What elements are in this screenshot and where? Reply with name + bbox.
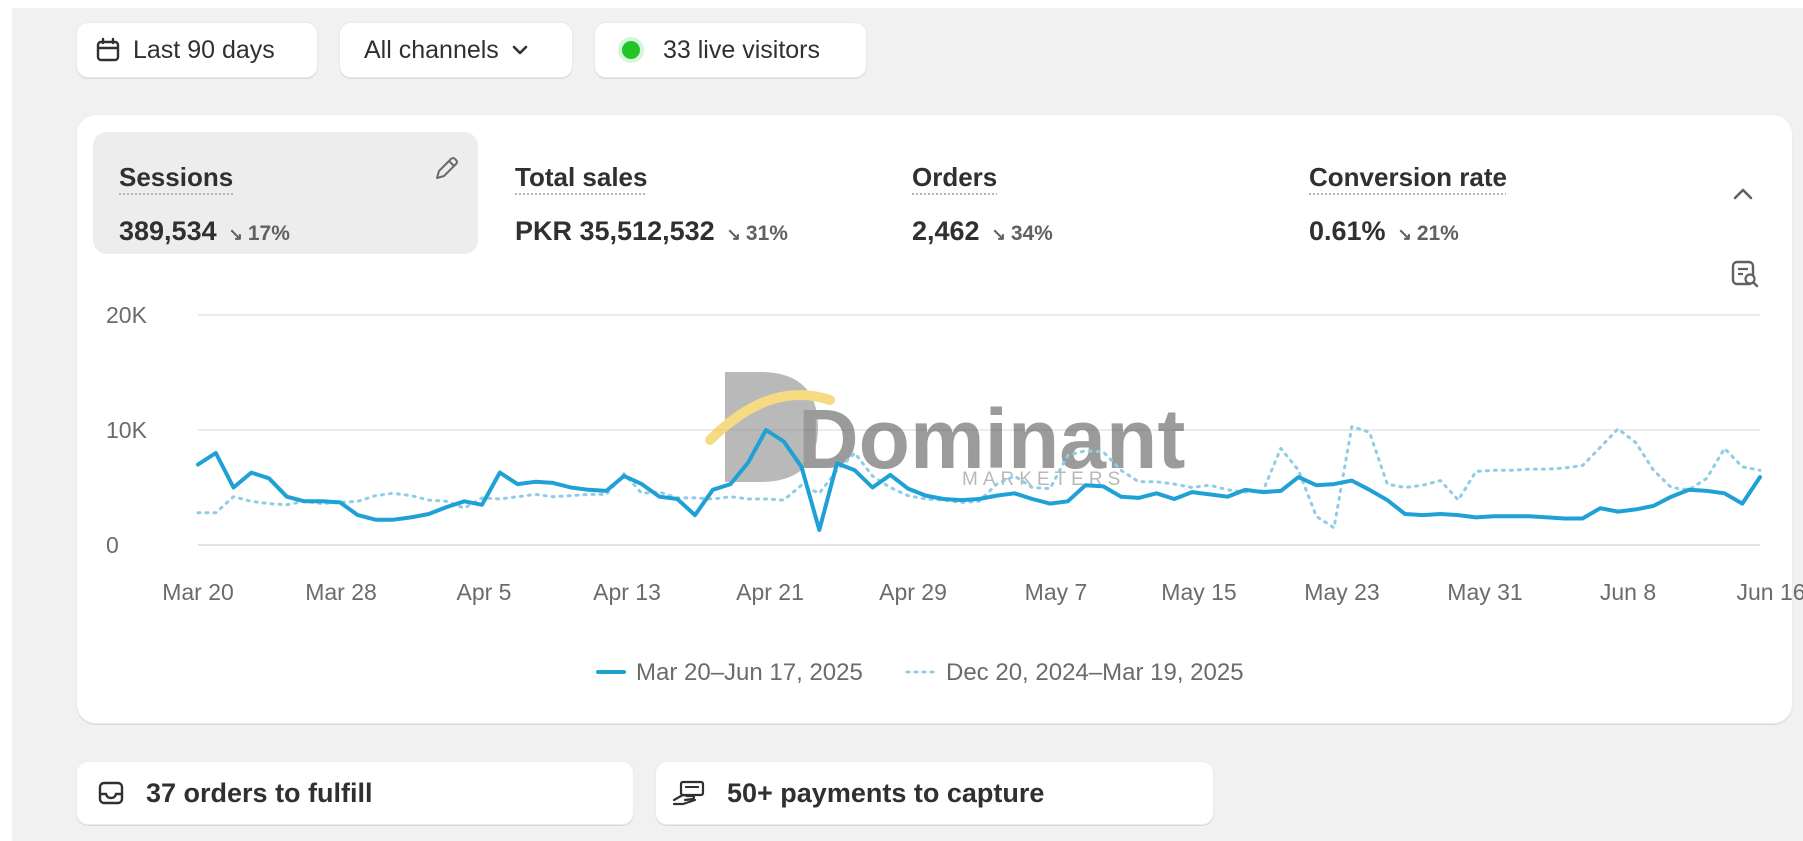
- date-range-label: Last 90 days: [133, 35, 275, 64]
- metric-change: ↘ 34%: [991, 222, 1053, 245]
- metric-label: Total sales: [515, 162, 648, 192]
- metric-label: Sessions: [119, 162, 234, 192]
- live-visitors-label: 33 live visitors: [663, 35, 820, 64]
- arrow-down-right-icon: ↘: [1397, 225, 1412, 244]
- metric-change: ↘ 17%: [228, 222, 290, 245]
- arrow-down-right-icon: ↘: [991, 225, 1006, 244]
- metric-value: PKR 35,512,532 ↘ 31%: [515, 216, 788, 246]
- metric-conversion-rate[interactable]: Conversion rate 0.61% ↘ 21%: [1283, 132, 1668, 254]
- metric-orders[interactable]: Orders 2,462 ↘ 34%: [886, 132, 1271, 254]
- metric-value: 389,534 ↘ 17%: [119, 216, 290, 246]
- metric-change: ↘ 21%: [1397, 222, 1459, 245]
- metric-value: 0.61% ↘ 21%: [1309, 216, 1459, 246]
- live-status-dot: [622, 41, 640, 59]
- payments-to-capture-label: 50+ payments to capture: [727, 777, 1045, 808]
- metric-label: Orders: [912, 162, 998, 192]
- channels-dropdown[interactable]: All channels: [339, 22, 573, 78]
- orders-to-fulfill-label: 37 orders to fulfill: [146, 777, 373, 808]
- channels-label: All channels: [364, 35, 499, 64]
- inbox-icon: [98, 781, 124, 805]
- live-visitors-button[interactable]: 33 live visitors: [594, 22, 867, 78]
- payment-hand-icon: [672, 780, 705, 806]
- metric-label: Conversion rate: [1309, 162, 1507, 192]
- date-range-button[interactable]: Last 90 days: [76, 22, 318, 78]
- orders-to-fulfill-card[interactable]: 37 orders to fulfill: [76, 761, 634, 825]
- arrow-down-right-icon: ↘: [228, 225, 243, 244]
- calendar-icon: [96, 37, 120, 62]
- arrow-down-right-icon: ↘: [726, 225, 741, 244]
- collapse-chevron-up-icon[interactable]: [1729, 180, 1757, 208]
- chart-insights-icon[interactable]: [1729, 258, 1761, 290]
- metric-sessions[interactable]: Sessions 389,534 ↘ 17%: [93, 132, 478, 254]
- metric-change: ↘ 31%: [726, 222, 788, 245]
- pencil-icon[interactable]: [431, 154, 461, 184]
- payments-to-capture-card[interactable]: 50+ payments to capture: [655, 761, 1214, 825]
- chevron-down-icon: [512, 45, 528, 55]
- analytics-card: Sessions 389,534 ↘ 17% Total sales PKR 35,…: [76, 114, 1793, 724]
- metric-total-sales[interactable]: Total sales PKR 35,512,532 ↘ 31%: [489, 132, 874, 254]
- metric-value: 2,462 ↘ 34%: [912, 216, 1053, 246]
